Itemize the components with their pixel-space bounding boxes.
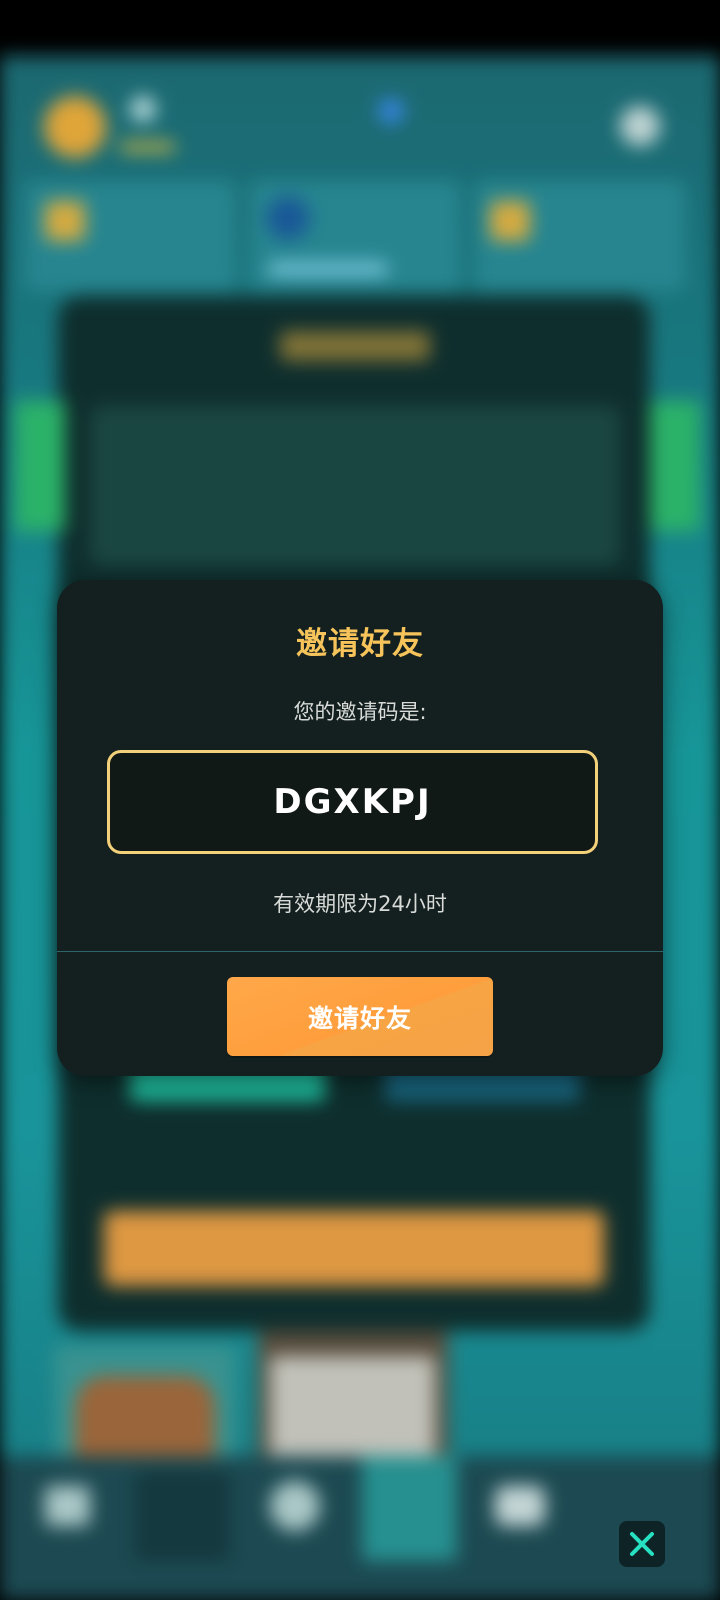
invite-code-label: 您的邀请码是: [293,700,427,724]
invite-friends-button[interactable]: 邀请好友 [227,977,493,1056]
close-button[interactable] [619,1521,665,1567]
close-icon [630,1532,654,1556]
dialog-title: 邀请好友 [296,626,424,662]
invite-friends-button-label: 邀请好友 [307,1003,412,1033]
invite-dialog: 邀请好友 您的邀请码是: DGXKPJ 有效期限为24小时 邀请好友 [57,580,663,1076]
invite-code-box[interactable]: DGXKPJ [107,750,598,854]
invite-code-value: DGXKPJ [273,782,432,822]
dialog-divider [57,951,663,952]
app-screen: 邀请好友 您的邀请码是: DGXKPJ 有效期限为24小时 邀请好友 [0,0,720,1600]
validity-note: 有效期限为24小时 [273,892,447,916]
